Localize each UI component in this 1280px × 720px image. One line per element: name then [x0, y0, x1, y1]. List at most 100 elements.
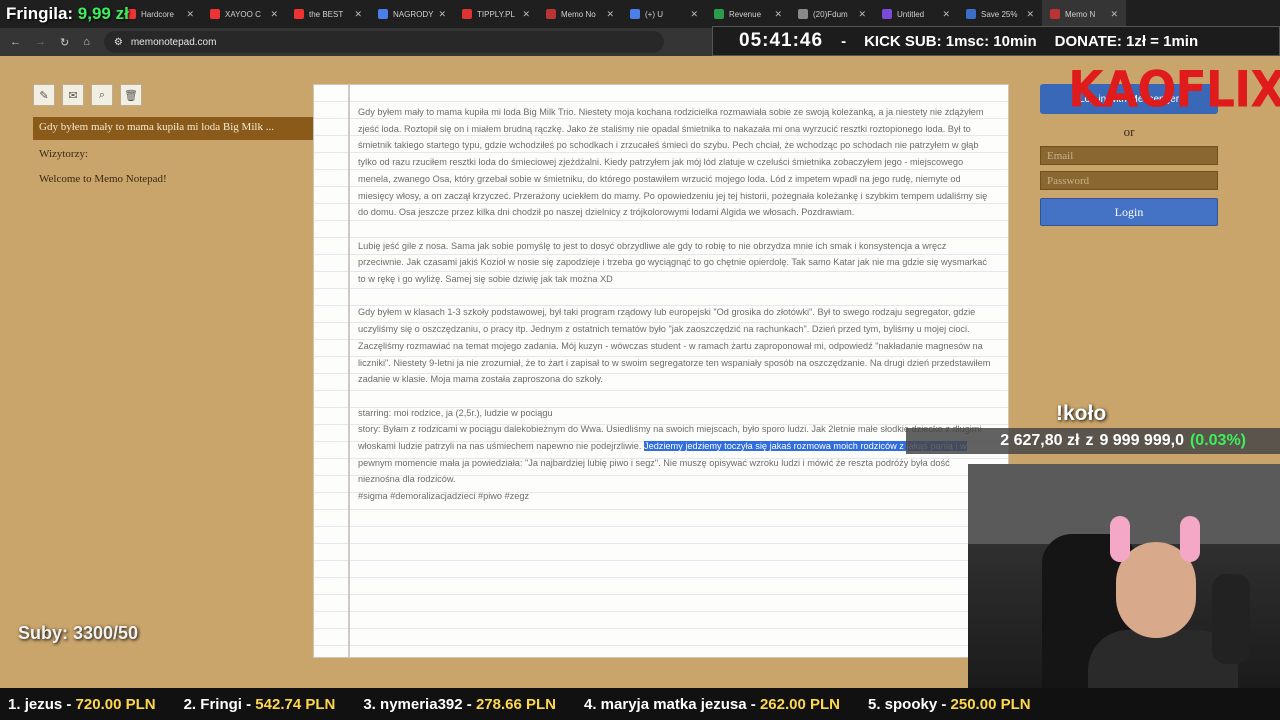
close-icon[interactable]: ✕ [354, 9, 362, 20]
bunny-ear [1110, 516, 1130, 562]
browser-tab[interactable]: (+) U ✕ [622, 0, 706, 28]
tab-favicon-icon [798, 9, 808, 19]
browser-tab[interactable]: (20)Fdum ✕ [790, 0, 874, 28]
note-text[interactable]: Gdy byłem mały to mama kupiła mi loda Bi… [358, 104, 992, 505]
tab-favicon-icon [630, 9, 640, 19]
tab-favicon-icon [966, 9, 976, 19]
login-button[interactable]: Login [1040, 198, 1218, 226]
password-field[interactable]: Password [1040, 171, 1218, 190]
tab-label: NAGRODY [393, 9, 434, 19]
close-icon[interactable]: ✕ [270, 9, 278, 20]
leaderboard-entry: 4. maryja matka jezusa - 262.00 PLN [583, 695, 840, 713]
edit-button[interactable]: ✎ [33, 84, 55, 106]
browser-tab[interactable]: Hardcore ✕ [118, 0, 202, 28]
tab-favicon-icon [714, 9, 724, 19]
entry-amount: 542.74 PLN [255, 695, 336, 713]
microphone-icon [1212, 574, 1250, 664]
browser-tab[interactable]: TIPPLY.PL ✕ [454, 0, 538, 28]
tab-label: the BEST [309, 9, 344, 19]
entry-name: jezus [24, 695, 63, 713]
reload-icon[interactable]: ↻ [60, 36, 69, 49]
tab-label: TIPPLY.PL [477, 9, 515, 19]
close-icon[interactable]: ✕ [942, 9, 950, 20]
browser-tab[interactable]: Memo No ✕ [538, 0, 622, 28]
tab-favicon-icon [882, 9, 892, 19]
note-paragraph: Gdy byłem mały to mama kupiła mi loda Bi… [358, 107, 988, 218]
entry-amount: 250.00 PLN [950, 695, 1031, 713]
donor-leaderboard: 1. jezus - 720.00 PLN 2. Fringi - 542.74… [0, 688, 1280, 720]
search-icon: ⌕ [98, 88, 106, 101]
close-icon[interactable]: ✕ [1110, 9, 1118, 20]
donation-overlay: Fringila: 9,99 zł [6, 4, 129, 24]
note-editor[interactable]: Gdy byłem mały to mama kupiła mi loda Bi… [313, 84, 1009, 658]
tab-favicon-icon [210, 9, 220, 19]
note-toolbar: ✎ ✉ ⌕ 🗑 [33, 84, 142, 106]
welcome-note-item[interactable]: Welcome to Memo Notepad! [39, 173, 167, 185]
email-button[interactable]: ✉ [62, 84, 84, 106]
leaderboard-entry: 3. nymeria392 - 278.66 PLN [363, 695, 556, 713]
browser-tab[interactable]: NAGRODY ✕ [370, 0, 454, 28]
note-paragraph: Gdy byłem w klasach 1-3 szkoły podstawow… [358, 307, 991, 385]
tab-favicon-icon [546, 9, 556, 19]
browser-tab-bar: Hardcore ✕ XAYOO C ✕ the BEST ✕ NAGRODY ✕ TI… [0, 0, 1280, 28]
close-icon[interactable]: ✕ [858, 9, 866, 20]
tab-label: Memo N [1065, 9, 1096, 19]
entry-rank: 3. [363, 695, 376, 713]
home-icon[interactable]: ⌂ [83, 36, 90, 48]
browser-tab[interactable]: XAYOO C ✕ [202, 0, 286, 28]
entry-name: maryja matka jezusa [600, 695, 747, 713]
url-text: memonotepad.com [130, 36, 217, 48]
close-icon[interactable]: ✕ [438, 9, 446, 20]
delete-button[interactable]: 🗑 [120, 84, 142, 106]
kick-sub-info: KICK SUB: 1msc: 10min [864, 32, 1037, 50]
countdown-clock: 05:41:46 [739, 30, 824, 51]
forward-arrow-icon[interactable]: → [35, 36, 46, 48]
close-icon[interactable]: ✕ [522, 9, 530, 20]
tab-label: (+) U [645, 9, 663, 19]
note-paragraph: Lubię jeść gile z nosa. Sama jak sobie p… [358, 240, 987, 285]
tab-label: (20)Fdum [813, 9, 848, 19]
close-icon[interactable]: ✕ [1026, 9, 1034, 20]
browser-tab[interactable]: Save 25% ✕ [958, 0, 1042, 28]
entry-rank: 5. [867, 695, 881, 713]
entry-amount: 278.66 PLN [475, 695, 556, 713]
goal-bar: 2 627,80 zł z 9 999 999,0 (0.03%) [906, 428, 1280, 454]
subs-counter: Suby: 3300/50 [18, 623, 139, 643]
leaderboard-entry: 1. jezus - 720.00 PLN [8, 695, 156, 713]
browser-tab[interactable]: Untitled ✕ [874, 0, 958, 28]
tab-favicon-icon [378, 9, 388, 19]
close-icon[interactable]: ✕ [774, 9, 782, 20]
entry-rank: 2. [183, 695, 197, 713]
webcam-feed [968, 464, 1280, 688]
tab-label: Hardcore [141, 9, 174, 19]
entry-amount: 262.00 PLN [759, 695, 840, 713]
browser-tab-active[interactable]: Memo N ✕ [1042, 0, 1126, 28]
paper-margin-line [348, 85, 350, 657]
tab-label: Save 25% [981, 9, 1018, 19]
tab-favicon-icon [1050, 9, 1060, 19]
trash-icon: 🗑 [124, 89, 138, 102]
close-icon[interactable]: ✕ [606, 9, 614, 20]
search-button[interactable]: ⌕ [91, 84, 113, 106]
goal-percent: (0.03%) [1189, 432, 1246, 449]
email-field[interactable]: Email [1040, 146, 1218, 165]
close-icon[interactable]: ✕ [186, 9, 194, 20]
url-field[interactable]: ⚙ memonotepad.com [103, 31, 664, 53]
tab-label: XAYOO C [225, 9, 261, 19]
entry-name: spooky [884, 695, 938, 713]
close-icon[interactable]: ✕ [690, 9, 698, 20]
browser-tab[interactable]: Revenue ✕ [706, 0, 790, 28]
back-arrow-icon[interactable]: ← [10, 36, 21, 48]
tab-label: Memo No [561, 9, 596, 19]
site-info-icon[interactable]: ⚙ [114, 37, 123, 48]
pencil-icon: ✎ [39, 89, 49, 102]
note-list-item-selected[interactable]: Gdy byłem mały to mama kupiła mi loda Bi… [33, 117, 313, 140]
ticker-dash: - [841, 32, 847, 50]
donate-info: DONATE: 1zł = 1min [1054, 32, 1199, 50]
note-line: #sigma #demoralizacjadzieci #piwo #zegz [358, 491, 530, 502]
note-paragraph: starring: moi rodzice, ja (2,5r.), ludzi… [358, 405, 992, 505]
envelope-icon: ✉ [68, 89, 78, 102]
note-text-run: pewnym momencie mała ja powiedziała: "Ja… [358, 457, 950, 485]
browser-tab[interactable]: the BEST ✕ [286, 0, 370, 28]
entry-rank: 4. [583, 695, 597, 713]
